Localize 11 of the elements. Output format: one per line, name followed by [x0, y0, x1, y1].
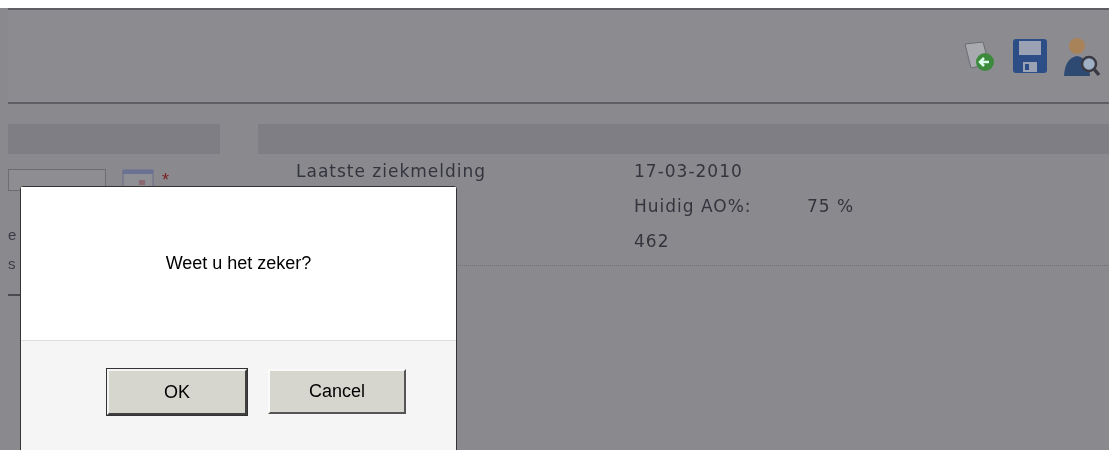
required-asterisk: *: [162, 169, 169, 192]
cut-text: e: [8, 225, 17, 245]
dialog-button[interactable]: OK: [107, 369, 247, 415]
field-value: 462: [634, 229, 671, 253]
cut-text: s: [8, 253, 17, 274]
field-value: Huidig AO%:: [634, 194, 753, 218]
dialog-message: Weet u het zeker?: [165, 252, 312, 275]
field-value: 17-03-2010: [634, 159, 744, 183]
field-label: Laatste ziekmelding: [296, 160, 487, 181]
dialog-button[interactable]: Cancel: [268, 369, 406, 414]
field-value: 75 %: [807, 194, 855, 218]
